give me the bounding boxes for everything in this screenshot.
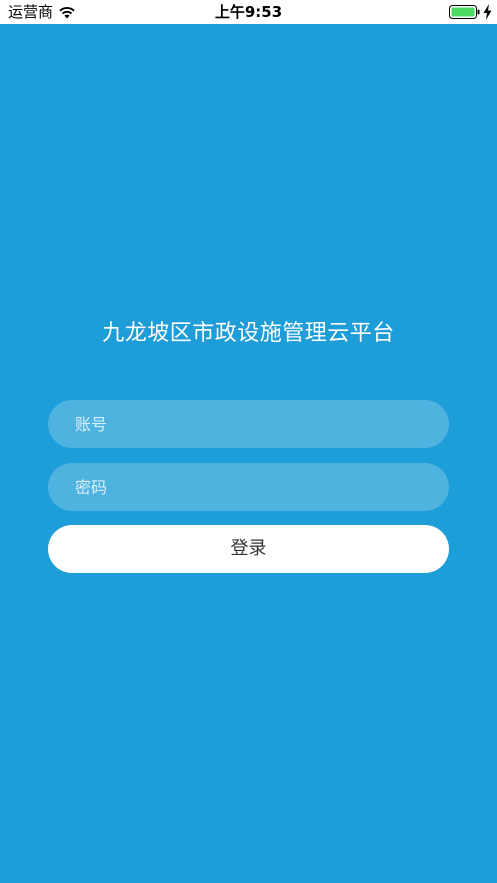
login-screen: 运营商 上午9:53 九龙坡区市政设施管理云平台 登录 xyxy=(0,0,497,883)
status-bar: 运营商 上午9:53 xyxy=(0,0,497,24)
app-title: 九龙坡区市政设施管理云平台 xyxy=(102,321,395,346)
battery-icon xyxy=(449,5,480,19)
charging-icon xyxy=(483,4,492,20)
clock: 上午9:53 xyxy=(214,3,283,21)
account-input[interactable] xyxy=(48,400,449,448)
password-input[interactable] xyxy=(48,463,449,511)
login-button[interactable]: 登录 xyxy=(48,525,449,573)
